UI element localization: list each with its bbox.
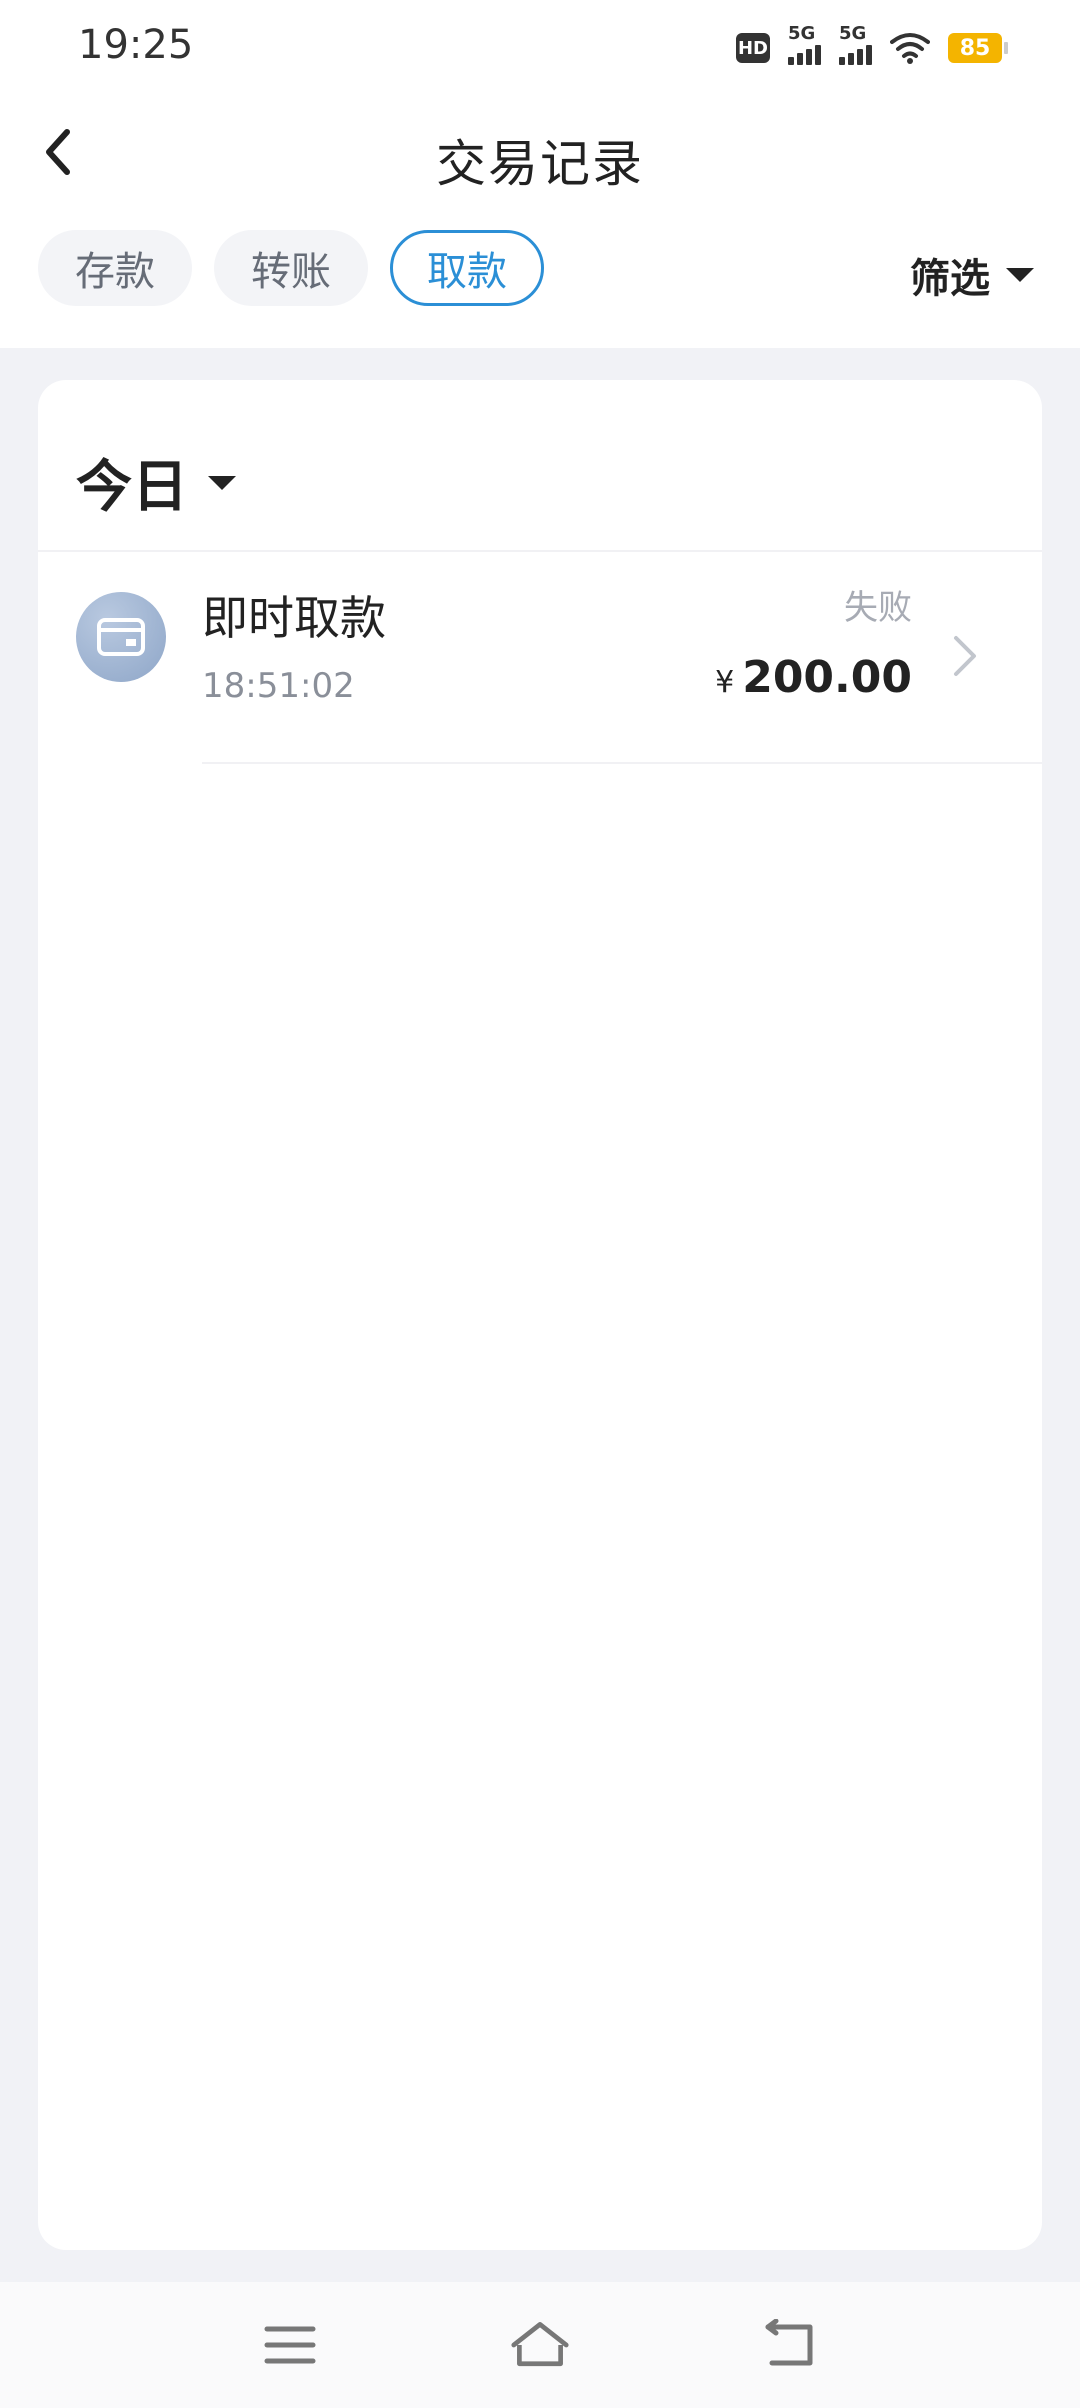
tab-transfer[interactable]: 转账 (214, 230, 368, 306)
transaction-list-card: 今日 即时取款 18:51:02 失败 ¥ 200.00 (38, 380, 1042, 2250)
menu-icon (264, 2326, 316, 2364)
system-navigation-bar (0, 2282, 1080, 2408)
home-icon (511, 2322, 569, 2367)
hd-icon: HD (736, 33, 770, 63)
filter-label: 筛选 (910, 256, 990, 302)
tab-deposit[interactable]: 存款 (38, 230, 192, 306)
signal-5g-icon: 5G (788, 23, 821, 65)
status-bar: 19:25 HD 5G 5G 85 (0, 0, 1080, 96)
row-divider (202, 762, 1042, 764)
tab-withdraw[interactable]: 取款 (390, 230, 544, 306)
transaction-time: 18:51:02 (202, 666, 355, 706)
transaction-row[interactable]: 即时取款 18:51:02 失败 ¥ 200.00 (38, 552, 1042, 764)
filter-button[interactable]: 筛选 (910, 246, 1034, 304)
transaction-amount: ¥ 200.00 (715, 652, 912, 703)
nav-menu-button[interactable] (260, 2315, 320, 2375)
transaction-title: 即时取款 (202, 591, 386, 645)
currency-symbol: ¥ (715, 665, 735, 700)
transaction-status: 失败 (844, 588, 912, 628)
page-title: 交易记录 (436, 135, 644, 193)
status-time: 19:25 (78, 22, 194, 68)
battery-icon: 85 (948, 33, 1008, 63)
header: 交易记录 存款 转账 取款 筛选 (0, 96, 1080, 348)
caret-down-icon (1006, 268, 1034, 282)
caret-down-icon (208, 475, 236, 490)
day-selector[interactable]: 今日 (76, 442, 236, 523)
type-tabs: 存款 转账 取款 (38, 230, 544, 306)
wifi-icon (890, 33, 930, 64)
chevron-right-icon (954, 636, 976, 676)
nav-home-button[interactable] (510, 2315, 570, 2375)
nav-back-button[interactable] (760, 2315, 820, 2375)
day-label: 今日 (76, 455, 188, 520)
signal-5g-icon-2: 5G (839, 23, 872, 65)
amount-value: 200.00 (742, 652, 912, 703)
return-icon (765, 2319, 813, 2366)
status-icons: HD 5G 5G 85 (736, 23, 1008, 72)
card-icon (76, 592, 166, 682)
transaction-records-screen: 19:25 HD 5G 5G 85 交易记录 存款 转账 取款 筛选 今日 即时… (0, 0, 1080, 2408)
